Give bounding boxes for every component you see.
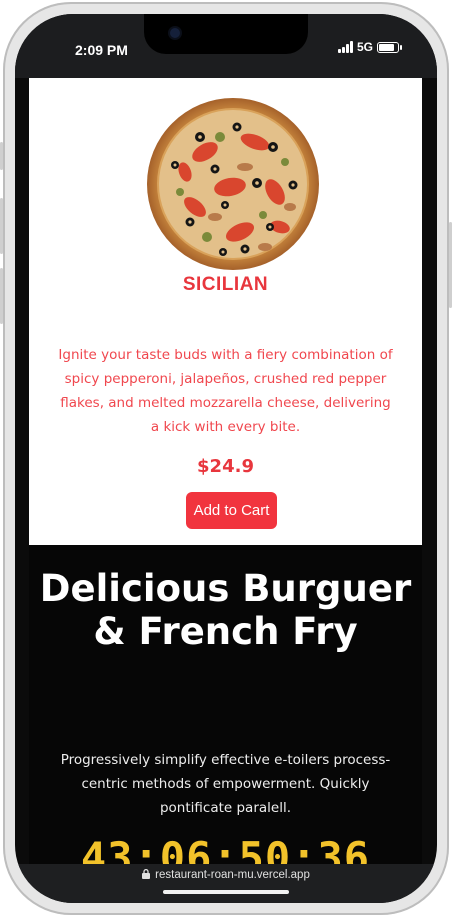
browser-url-bar[interactable]: restaurant-roan-mu.vercel.app [15, 864, 437, 903]
power-button [449, 222, 452, 308]
notch [144, 14, 308, 54]
product-price: $24.9 [197, 456, 254, 477]
volume-up-button [0, 198, 3, 254]
phone-frame: 2:09 PM 5G SICILIAN Ignite your taste bu… [0, 2, 452, 915]
home-indicator[interactable] [163, 890, 289, 894]
url-display[interactable]: restaurant-roan-mu.vercel.app [15, 869, 437, 881]
mute-switch [0, 142, 3, 170]
status-bar: 2:09 PM 5G [15, 14, 437, 78]
url-text: restaurant-roan-mu.vercel.app [155, 869, 310, 881]
product-description: Ignite your taste buds with a fiery comb… [58, 347, 393, 435]
countdown-timer: 43:06:50:36 [80, 833, 371, 864]
battery-icon [377, 41, 402, 53]
product-card: SICILIAN Ignite your taste buds with a f… [29, 78, 422, 545]
promo-title: Delicious Burguer & French Fry [39, 567, 412, 653]
page-viewport[interactable]: SICILIAN Ignite your taste buds with a f… [29, 78, 422, 864]
network-label: 5G [356, 40, 373, 54]
promo-text: Progressively simplify effective e-toile… [60, 752, 391, 816]
phone-screen: 2:09 PM 5G SICILIAN Ignite your taste bu… [15, 14, 437, 903]
add-to-cart-button[interactable]: Add to Cart [186, 492, 277, 529]
camera-icon [170, 28, 180, 38]
pizza-image [147, 98, 319, 270]
product-name: SICILIAN [182, 274, 269, 295]
status-indicators: 5G [337, 40, 402, 54]
volume-down-button [0, 268, 3, 324]
lock-icon [142, 869, 151, 879]
signal-icon [337, 41, 353, 53]
promo-section: Delicious Burguer & French Fry Progressi… [29, 545, 422, 864]
status-time: 2:09 PM [75, 42, 128, 58]
